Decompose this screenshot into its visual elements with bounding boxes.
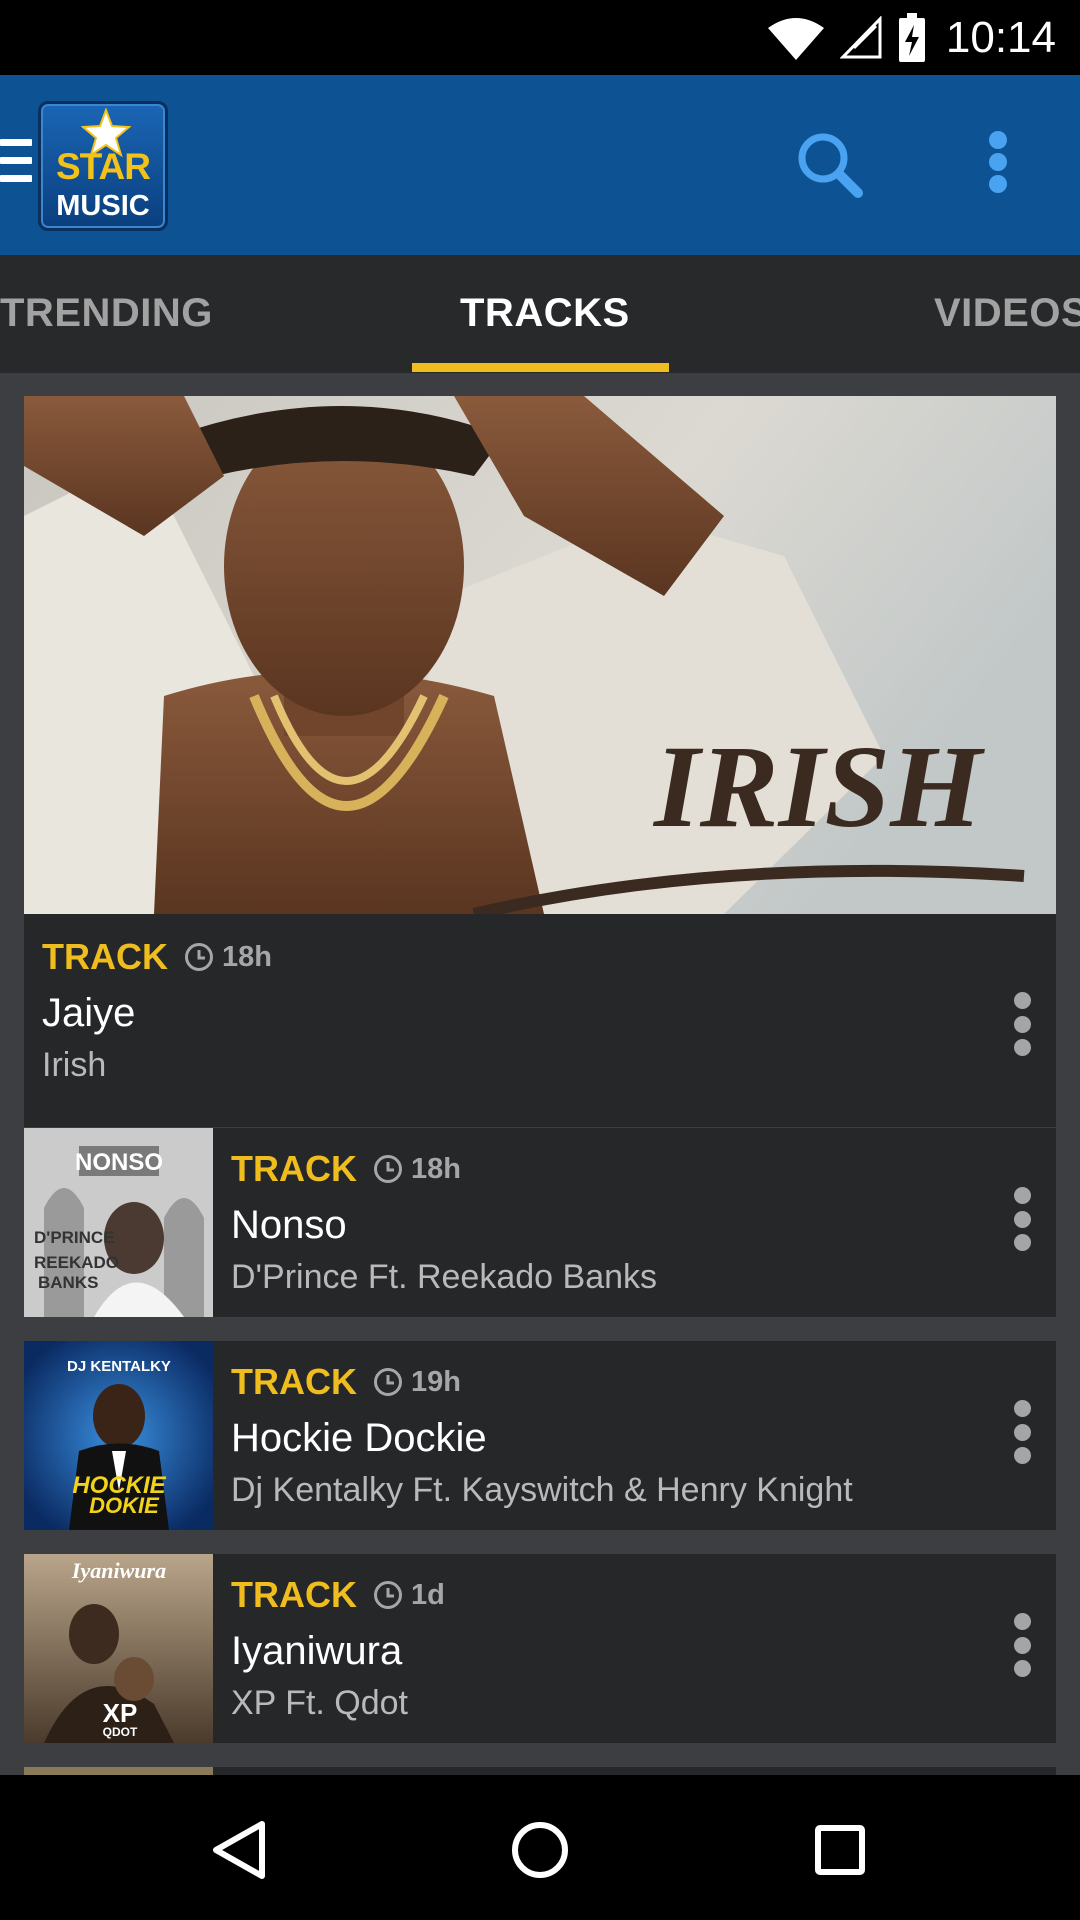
overflow-menu-icon	[972, 127, 1024, 193]
clock-icon	[373, 1581, 402, 1609]
track-card[interactable]: DJ KENTALKY HOCKIE DOKIE TRACK 19h Hocki…	[24, 1341, 1056, 1530]
track-artwork: DJ KENTALKY HOCKIE DOKIE	[24, 1341, 213, 1530]
status-bar: 10:14	[0, 0, 1080, 75]
track-meta: TRACK 18h	[42, 936, 272, 978]
star-music-logo[interactable]: STAR MUSIC	[38, 101, 168, 231]
battery-icon	[898, 13, 925, 62]
svg-text:QDOT: QDOT	[103, 1725, 138, 1739]
track-age: 19h	[410, 1365, 461, 1398]
tab-trending[interactable]: TRENDING	[0, 291, 213, 336]
svg-text:DOKIE: DOKIE	[89, 1493, 160, 1518]
svg-text:Iyaniwura: Iyaniwura	[71, 1558, 166, 1583]
more-vert-icon	[997, 1396, 1047, 1464]
track-age: 18h	[410, 1152, 461, 1185]
clock-icon	[373, 1368, 402, 1396]
svg-text:NONSO: NONSO	[75, 1149, 163, 1176]
track-type-label: TRACK	[231, 1361, 357, 1402]
recents-icon	[815, 1825, 865, 1875]
more-vert-icon	[997, 988, 1047, 1056]
track-type-label: TRACK	[231, 1148, 357, 1189]
track-more-button[interactable]	[997, 1183, 1047, 1263]
logo-text-bottom: MUSIC	[56, 190, 150, 222]
more-vert-icon	[997, 1609, 1047, 1677]
track-title: Nonso	[231, 1203, 347, 1247]
svg-text:DJ KENTALKY: DJ KENTALKY	[67, 1358, 171, 1375]
svg-text:REEKADO: REEKADO	[34, 1253, 119, 1272]
track-artist: XP Ft. Qdot	[231, 1684, 409, 1722]
menu-icon[interactable]	[0, 139, 32, 189]
track-meta: TRACK 18h	[231, 1148, 461, 1190]
clock-icon	[184, 943, 213, 971]
track-artwork: Iyaniwura XP QDOT	[24, 1554, 213, 1743]
track-artist: Irish	[42, 1046, 107, 1084]
wifi-icon	[767, 18, 824, 60]
tab-bar: TRENDING TRACKS VIDEOS	[0, 255, 1080, 373]
tab-tracks[interactable]: TRACKS	[460, 291, 630, 336]
track-title: Iyaniwura	[231, 1629, 403, 1673]
track-artist: Dj Kentalky Ft. Kayswitch & Henry Knight	[231, 1471, 853, 1509]
search-icon	[798, 133, 863, 198]
home-button[interactable]	[490, 1800, 590, 1900]
track-more-button[interactable]	[997, 1396, 1047, 1476]
track-type-label: TRACK	[231, 1574, 357, 1615]
track-more-button[interactable]	[997, 988, 1047, 1068]
back-button[interactable]	[190, 1800, 290, 1900]
search-button[interactable]	[795, 130, 865, 200]
track-artwork-large: IRISH	[24, 396, 1056, 914]
hero-art-text: IRISH	[652, 721, 985, 852]
track-artwork: NONSO D'PRINCE REEKADO BANKS	[24, 1128, 213, 1317]
track-artist: D'Prince Ft. Reekado Banks	[231, 1258, 658, 1296]
tab-indicator	[412, 363, 669, 372]
track-card[interactable]: NONSO D'PRINCE REEKADO BANKS TRACK 18h N…	[24, 1128, 1056, 1317]
status-time: 10:14	[945, 13, 1056, 62]
track-title: Hockie Dockie	[231, 1416, 487, 1460]
track-age: 1d	[410, 1578, 445, 1611]
track-meta: TRACK 1d	[231, 1574, 445, 1616]
track-type-label: TRACK	[42, 936, 168, 977]
svg-text:XP: XP	[103, 1698, 138, 1728]
home-icon	[512, 1822, 568, 1878]
svg-text:BANKS: BANKS	[38, 1273, 98, 1292]
tab-videos[interactable]: VIDEOS	[934, 291, 1080, 336]
track-age: 18h	[221, 940, 272, 973]
back-icon	[213, 1821, 265, 1879]
track-card[interactable]: Iyaniwura XP QDOT TRACK 1d Iyaniwura XP …	[24, 1554, 1056, 1743]
track-artwork	[24, 1767, 213, 1775]
track-card-featured[interactable]: IRISH TRACK 18h Jaiye Irish	[24, 396, 1056, 1127]
clock-icon	[373, 1155, 402, 1183]
logo-text-top: STAR	[56, 146, 151, 187]
svg-text:D'PRINCE: D'PRINCE	[34, 1228, 115, 1247]
track-more-button[interactable]	[997, 1609, 1047, 1689]
track-meta: TRACK 19h	[231, 1361, 461, 1403]
navigation-bar	[0, 1775, 1080, 1920]
track-title: Jaiye	[42, 991, 136, 1035]
track-list[interactable]: IRISH TRACK 18h Jaiye Irish NONSO D'PRIN…	[0, 373, 1080, 1775]
cell-signal-icon	[839, 16, 882, 59]
more-vert-icon	[997, 1183, 1047, 1251]
app-bar: STAR MUSIC	[0, 75, 1080, 255]
overflow-menu-button[interactable]	[972, 127, 1024, 203]
track-card[interactable]	[24, 1767, 1056, 1775]
recents-button[interactable]	[790, 1800, 890, 1900]
